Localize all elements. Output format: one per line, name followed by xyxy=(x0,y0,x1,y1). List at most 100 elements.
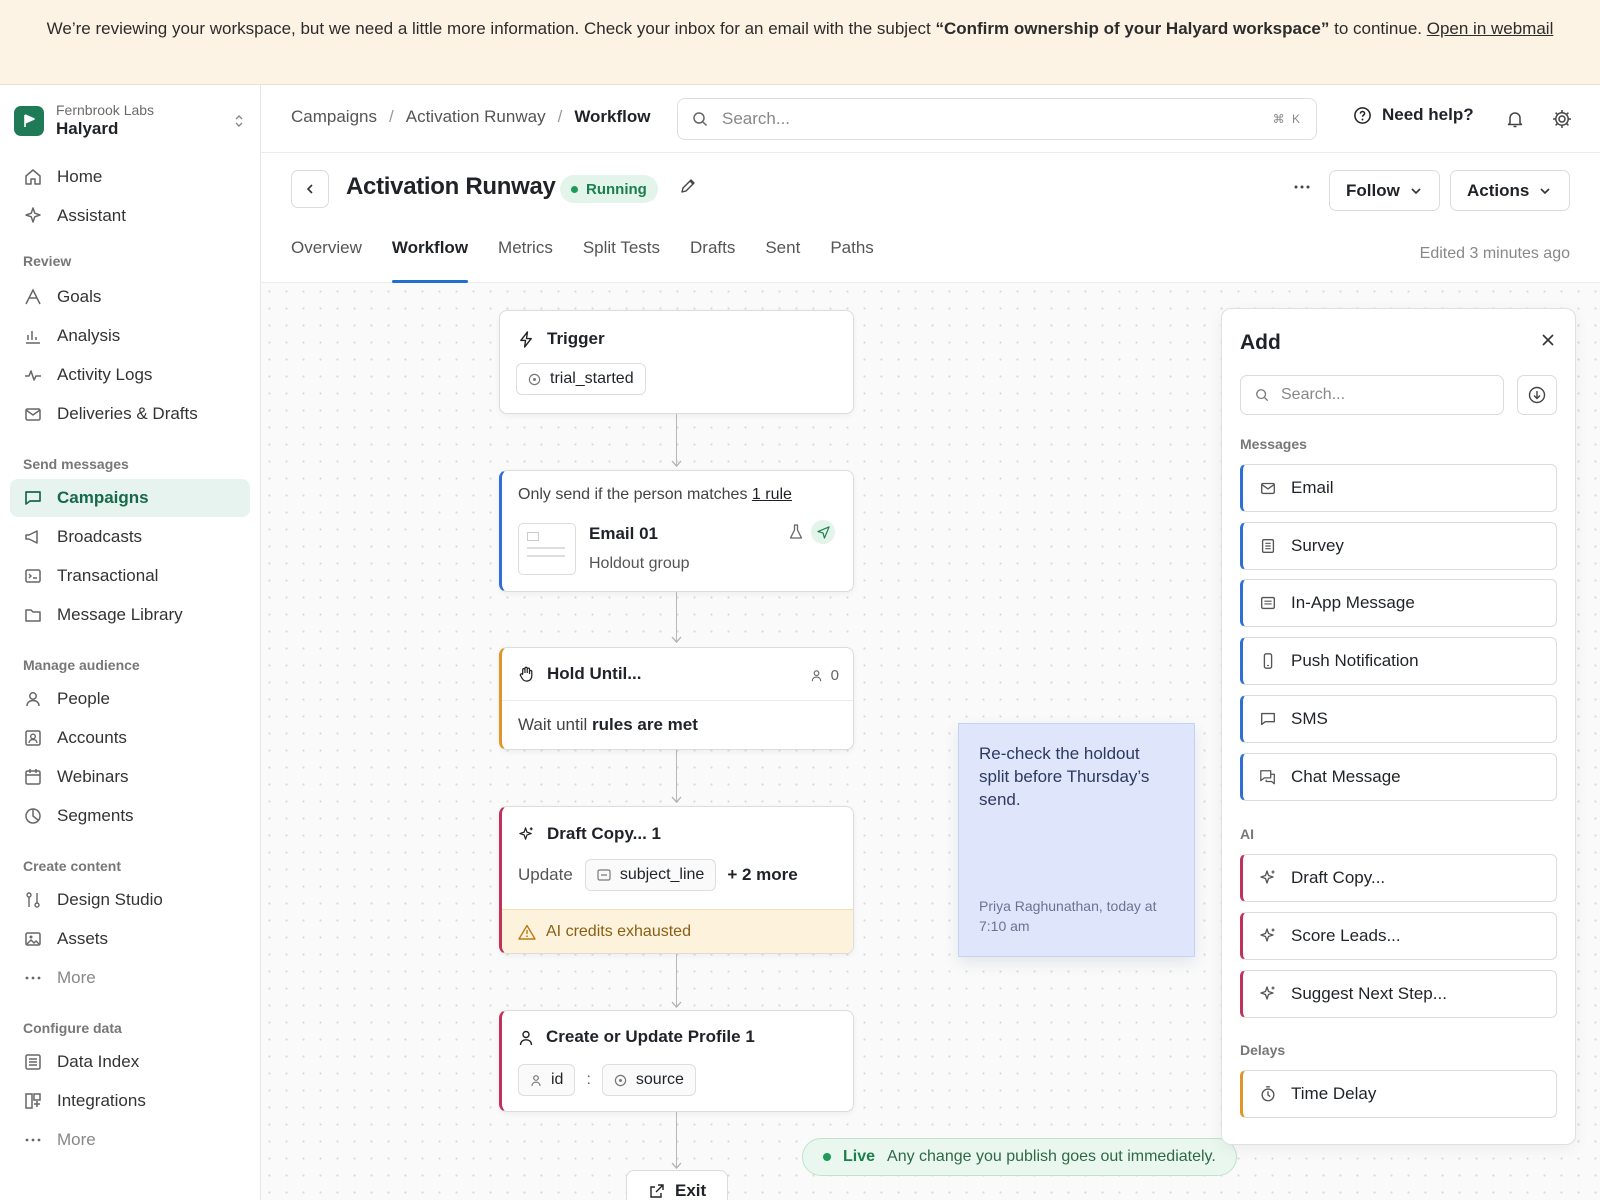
sticky-note[interactable]: Re-check the holdout split before Thursd… xyxy=(958,723,1195,957)
sidebar-item-assistant[interactable]: Assistant xyxy=(10,197,250,235)
sidebar-item-home[interactable]: Home xyxy=(10,158,250,196)
breadcrumb-campaigns[interactable]: Campaigns xyxy=(291,107,377,127)
profile-value-chip[interactable]: source xyxy=(601,1064,696,1096)
sidebar-item-segments[interactable]: Segments xyxy=(10,797,250,835)
profile-value: source xyxy=(635,1071,684,1088)
sidebar-item-campaigns[interactable]: Campaigns xyxy=(10,479,250,517)
tab-sent[interactable]: Sent xyxy=(765,233,800,283)
global-search-input[interactable]: Search... ⌘ K xyxy=(677,98,1317,140)
panel-search-input[interactable]: Search... xyxy=(1240,375,1504,415)
notifications-button[interactable] xyxy=(1501,105,1529,133)
follow-label: Follow xyxy=(1346,180,1400,200)
sidebar-item-webinars[interactable]: Webinars xyxy=(10,758,250,796)
sidebar-item-accounts[interactable]: Accounts xyxy=(10,719,250,757)
import-button[interactable] xyxy=(1517,375,1557,415)
person-icon xyxy=(531,1074,541,1086)
hold-until-node[interactable]: Hold Until... 0 Wait until rules are met xyxy=(499,647,854,750)
profile-key-chip[interactable]: id xyxy=(518,1064,576,1096)
open-webmail-link[interactable]: Open in webmail xyxy=(1427,19,1554,38)
campaign-tabs: Overview Workflow Metrics Split Tests Dr… xyxy=(291,233,904,283)
note-text: Re-check the holdout split before Thursd… xyxy=(979,744,1150,809)
breadcrumb-separator: / xyxy=(557,107,563,126)
sidebar-item-goals[interactable]: Goals xyxy=(10,278,250,316)
trigger-event-chip[interactable]: trial_started xyxy=(516,363,646,395)
sidebar-item-label: Activity Logs xyxy=(57,365,153,384)
breadcrumb-workflow: Workflow xyxy=(574,107,651,126)
add-survey-item[interactable]: Survey xyxy=(1240,522,1557,570)
add-chat-message-item[interactable]: Chat Message xyxy=(1240,753,1557,801)
field-chip-subject-line[interactable]: subject_line xyxy=(584,859,717,891)
sidebar-item-more-content[interactable]: More xyxy=(10,959,250,997)
sidebar-item-activity-logs[interactable]: Activity Logs xyxy=(10,356,250,394)
add-time-delay-item[interactable]: Time Delay xyxy=(1240,1070,1557,1118)
tab-overview[interactable]: Overview xyxy=(291,233,362,283)
draft-copy-node[interactable]: Draft Copy... 1 Update subject_line + 2 … xyxy=(499,806,854,954)
settings-button[interactable] xyxy=(1548,105,1576,133)
field-icon xyxy=(597,869,611,881)
sidebar-item-message-library[interactable]: Message Library xyxy=(10,596,250,634)
edit-title-button[interactable] xyxy=(679,177,697,195)
sidebar-item-more-data[interactable]: More xyxy=(10,1121,250,1159)
connector-line xyxy=(676,413,677,465)
add-push-notification-item[interactable]: Push Notification xyxy=(1240,637,1557,685)
sparkle-icon xyxy=(1260,986,1275,1000)
tab-paths[interactable]: Paths xyxy=(830,233,873,283)
email-node[interactable]: Only send if the person matches 1 rule E… xyxy=(499,470,854,592)
more-options-button[interactable] xyxy=(1290,175,1314,199)
rule-link[interactable]: 1 rule xyxy=(752,486,792,503)
draft-title: Draft Copy... 1 xyxy=(547,824,661,843)
add-in-app-message-item[interactable]: In-App Message xyxy=(1240,579,1557,627)
workspace-switcher[interactable]: Fernbrook Labs Halyard xyxy=(14,101,246,141)
actions-button[interactable]: Actions xyxy=(1450,170,1570,211)
breadcrumb-activation-runway[interactable]: Activation Runway xyxy=(406,107,546,127)
follow-button[interactable]: Follow xyxy=(1329,170,1440,211)
add-suggest-next-step-item[interactable]: Suggest Next Step... xyxy=(1240,970,1557,1018)
sidebar-item-label: Message Library xyxy=(57,605,183,624)
close-panel-button[interactable] xyxy=(1541,333,1555,347)
tab-metrics[interactable]: Metrics xyxy=(498,233,553,283)
add-draft-copy-item[interactable]: Draft Copy... xyxy=(1240,854,1557,902)
add-sms-item[interactable]: SMS xyxy=(1240,695,1557,743)
home-icon xyxy=(23,167,43,187)
workspace-name: Halyard xyxy=(56,119,119,138)
sidebar-item-people[interactable]: People xyxy=(10,680,250,718)
back-button[interactable] xyxy=(291,170,329,208)
profile-title-row: Create or Update Profile 1 xyxy=(518,1027,755,1047)
sparkle-icon xyxy=(1260,870,1275,884)
event-icon xyxy=(614,1074,627,1086)
tab-split-tests[interactable]: Split Tests xyxy=(583,233,660,283)
tab-workflow[interactable]: Workflow xyxy=(391,233,469,283)
sidebar-item-transactional[interactable]: Transactional xyxy=(10,557,250,595)
sidebar-item-deliveries[interactable]: Deliveries & Drafts xyxy=(10,395,250,433)
sidebar-item-label: Data Index xyxy=(57,1052,140,1071)
account-icon xyxy=(23,728,43,748)
live-text: Any change you publish goes out immediat… xyxy=(887,1148,1216,1165)
nav-section-audience: Manage audience xyxy=(23,657,140,673)
phone-icon xyxy=(1263,653,1273,669)
sidebar-item-label: Home xyxy=(57,167,103,186)
create-update-profile-node[interactable]: Create or Update Profile 1 id : source xyxy=(499,1010,854,1112)
sidebar-item-assets[interactable]: Assets xyxy=(10,920,250,958)
trigger-node[interactable]: Trigger trial_started xyxy=(499,310,854,414)
verification-banner: We’re reviewing your workspace, but we n… xyxy=(0,0,1600,85)
exit-node[interactable]: Exit xyxy=(626,1170,728,1200)
sidebar-item-analysis[interactable]: Analysis xyxy=(10,317,250,355)
connector-line xyxy=(676,954,677,1006)
sidebar-item-label: Design Studio xyxy=(57,890,163,909)
sidebar-item-data-index[interactable]: Data Index xyxy=(10,1043,250,1081)
sidebar-item-broadcasts[interactable]: Broadcasts xyxy=(10,518,250,556)
more-fields-link[interactable]: + 2 more xyxy=(727,865,797,885)
add-email-item[interactable]: Email xyxy=(1240,464,1557,512)
nav-section-send: Send messages xyxy=(23,456,129,472)
panel-section-messages: Messages xyxy=(1240,436,1307,452)
tab-drafts[interactable]: Drafts xyxy=(690,233,735,283)
sidebar-item-integrations[interactable]: Integrations xyxy=(10,1082,250,1120)
send-icon xyxy=(816,525,830,539)
trigger-title-row: Trigger xyxy=(518,329,605,349)
flask-icon[interactable] xyxy=(788,523,804,541)
add-score-leads-item[interactable]: Score Leads... xyxy=(1240,912,1557,960)
need-help-button[interactable]: Need help? xyxy=(1353,105,1474,125)
sidebar-item-design-studio[interactable]: Design Studio xyxy=(10,881,250,919)
event-icon xyxy=(528,373,541,385)
folder-icon xyxy=(23,605,43,625)
